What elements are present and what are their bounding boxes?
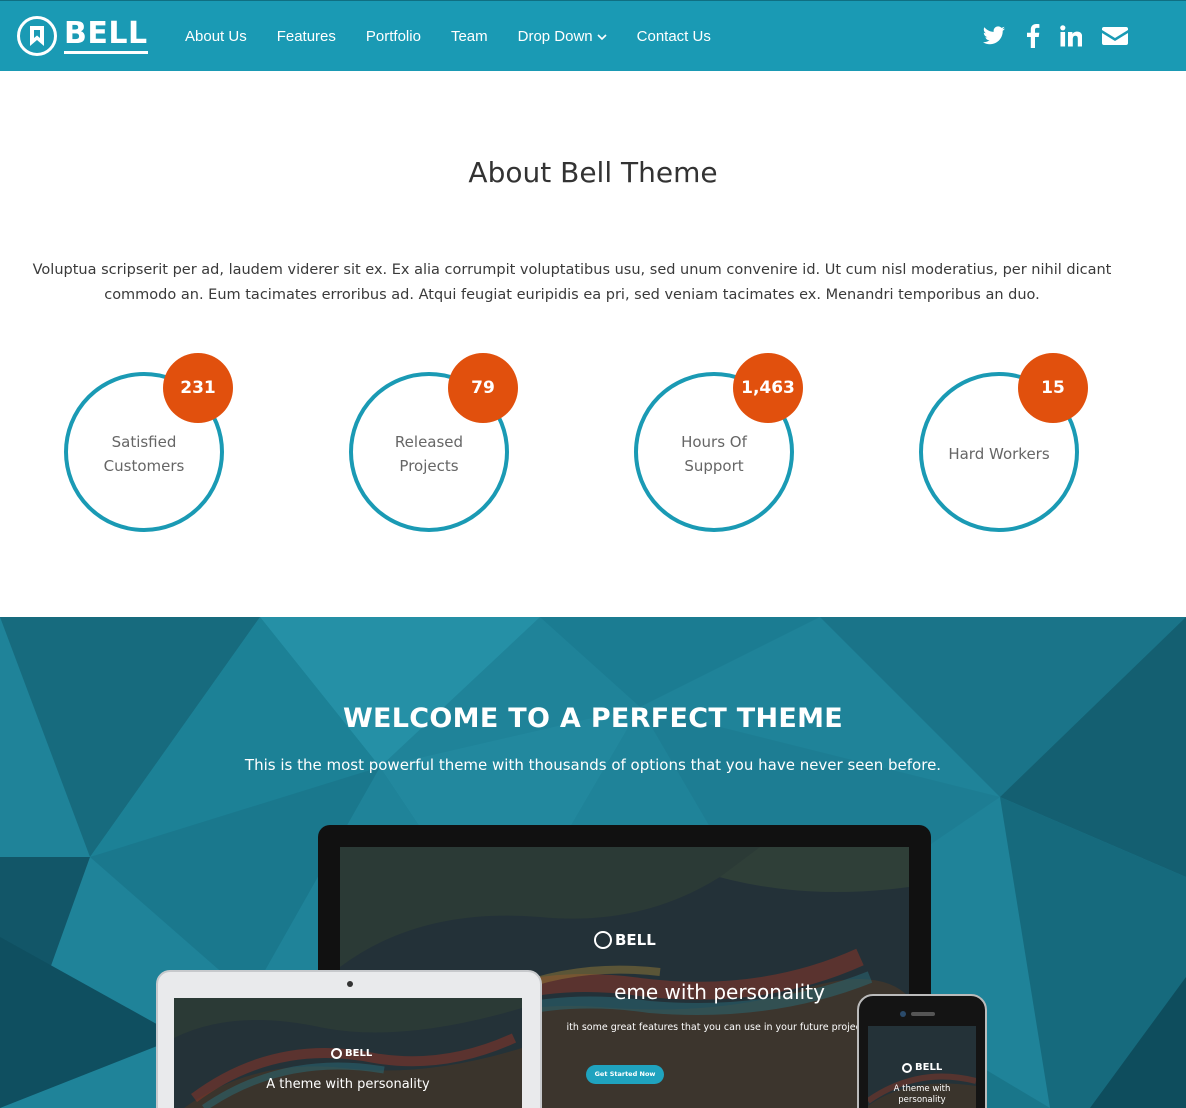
nav-drop-down[interactable]: Drop Down xyxy=(518,28,607,45)
navbar: BELL About Us Features Portfolio Team Dr… xyxy=(0,0,1186,71)
nav-drop-down-label: Drop Down xyxy=(517,27,593,45)
laptop-screen-headline: A theme with personality xyxy=(266,1077,430,1092)
stat-satisfied-customers: Satisfied Customers 231 xyxy=(24,352,264,536)
main-nav: About Us Features Portfolio Team Drop Do… xyxy=(185,1,741,71)
phone-speaker xyxy=(911,1012,935,1016)
linkedin-icon[interactable] xyxy=(1060,25,1082,47)
phone-screen-headline-line1: A theme with xyxy=(893,1084,951,1094)
stat-label: Hard Workers xyxy=(948,445,1050,463)
stat-value-badge: 1,463 xyxy=(733,353,803,423)
about-title: About Bell Theme xyxy=(468,156,718,189)
bookmark-icon xyxy=(594,931,612,949)
bookmark-icon xyxy=(17,16,57,56)
twitter-icon[interactable] xyxy=(982,26,1006,46)
stat-hard-workers: Hard Workers 15 xyxy=(879,352,1119,536)
brand-logo[interactable]: BELL xyxy=(17,16,148,56)
about-text: Voluptua scripserit per ad, laudem vider… xyxy=(32,262,1112,303)
hero-title: WELCOME TO A PERFECT THEME xyxy=(342,703,844,734)
hero-section: WELCOME TO A PERFECT THEME This is the m… xyxy=(0,617,1186,1108)
stat-value-badge: 231 xyxy=(163,353,233,423)
laptop-mockup: BELL A theme with personality xyxy=(156,970,542,1108)
envelope-icon[interactable] xyxy=(1102,26,1128,46)
laptop-screen-logo: BELL xyxy=(331,1048,372,1059)
bookmark-icon xyxy=(902,1062,912,1073)
social-links xyxy=(962,18,1128,54)
phone-screen-logo: BELL xyxy=(902,1062,942,1073)
stat-value-badge: 79 xyxy=(448,353,518,423)
hero-subtitle: This is the most powerful theme with tho… xyxy=(244,756,942,774)
phone-screen: BELL A theme with personality xyxy=(868,1026,976,1108)
camera-dot xyxy=(900,1011,906,1017)
nav-portfolio[interactable]: Portfolio xyxy=(366,28,421,45)
chevron-down-icon xyxy=(597,28,607,45)
brand-name: BELL xyxy=(64,18,148,54)
nav-about-us[interactable]: About Us xyxy=(185,28,247,45)
phone-screen-headline-line2: personality xyxy=(898,1095,946,1105)
desktop-screen-logo: BELL xyxy=(594,931,656,949)
stat-value-badge: 15 xyxy=(1018,353,1088,423)
facebook-icon[interactable] xyxy=(1026,24,1040,48)
stat-released-projects: Released Projects 79 xyxy=(309,352,549,536)
stat-label: Released Projects xyxy=(394,433,464,475)
phone-mockup: BELL A theme with personality xyxy=(857,994,987,1108)
stat-label: Satisfied Customers xyxy=(103,433,185,475)
nav-features[interactable]: Features xyxy=(277,28,336,45)
camera-dot xyxy=(347,981,353,987)
bookmark-icon xyxy=(331,1048,342,1059)
laptop-screen: BELL A theme with personality xyxy=(174,998,522,1108)
stat-hours-of-support: Hours Of Support 1,463 xyxy=(594,352,834,536)
stat-label: Hours Of Support xyxy=(681,433,747,475)
get-started-button[interactable]: Get Started Now xyxy=(586,1065,664,1084)
nav-contact-us[interactable]: Contact Us xyxy=(637,28,711,45)
nav-team[interactable]: Team xyxy=(451,28,488,45)
